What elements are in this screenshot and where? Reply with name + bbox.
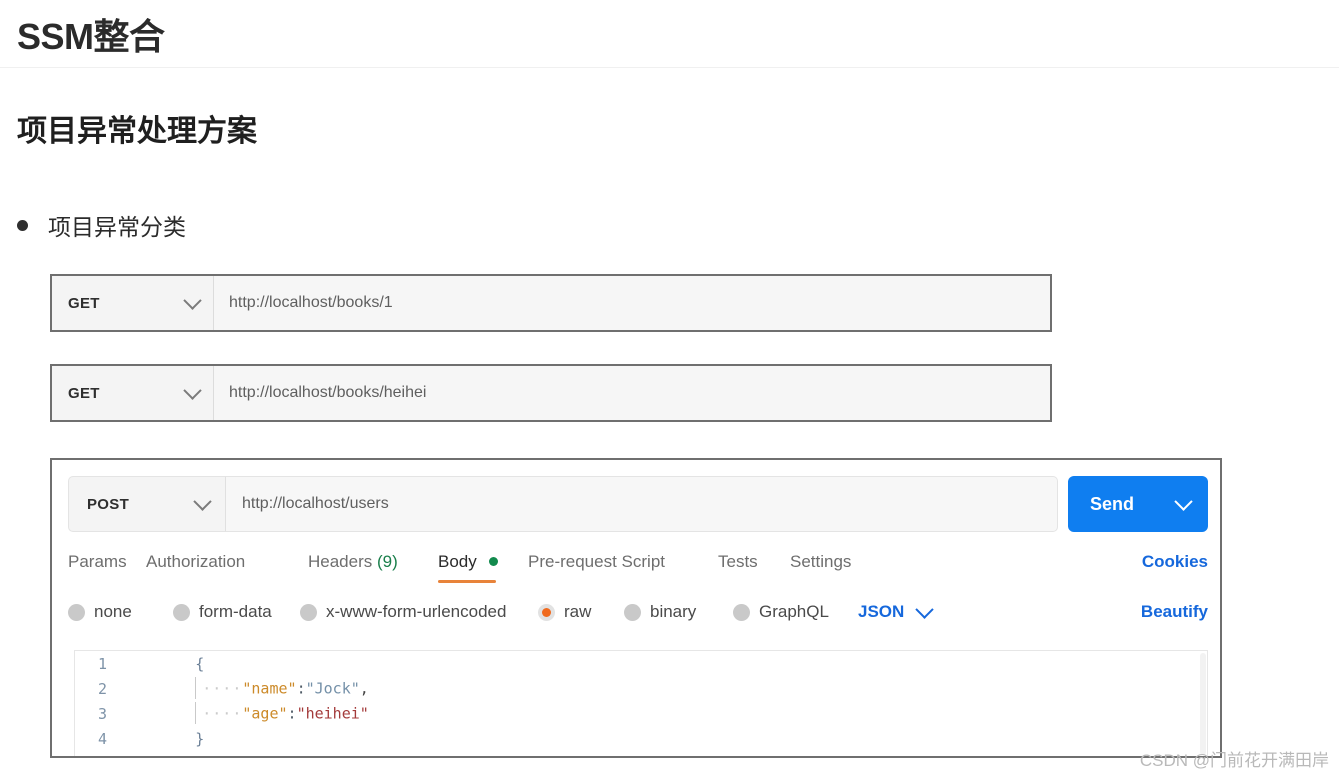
radio-icon <box>68 603 85 621</box>
cookies-link[interactable]: Cookies <box>1142 552 1208 572</box>
tab-params[interactable]: Params <box>68 552 127 572</box>
bullet-dot-icon <box>17 219 28 231</box>
tab-headers-label: Headers <box>308 552 373 571</box>
send-button-label: Send <box>1090 493 1135 514</box>
radio-icon <box>733 603 750 621</box>
body-type-radio-group: none form-data x-www-form-urlencoded raw… <box>68 599 1208 636</box>
method-select-1[interactable]: GET <box>52 276 214 330</box>
body-type-binary[interactable]: binary <box>624 602 696 622</box>
section-title: 项目异常处理方案 <box>17 115 257 148</box>
tab-pre-request-script-label: Pre-request Script <box>528 552 665 571</box>
method-label-1: GET <box>68 294 100 312</box>
code-content: } <box>123 712 1207 757</box>
tab-tests-label: Tests <box>718 552 758 571</box>
tab-body-label: Body <box>438 552 477 571</box>
tab-active-underline <box>438 580 496 583</box>
tab-params-label: Params <box>68 552 127 571</box>
radio-icon <box>624 603 641 621</box>
bullet-list-item: 项目异常分类 <box>17 208 186 242</box>
chevron-down-icon <box>183 290 202 310</box>
tab-authorization[interactable]: Authorization <box>146 552 245 572</box>
line-number: 2 <box>97 679 107 698</box>
method-select-2[interactable]: GET <box>52 366 214 420</box>
body-type-none-label: none <box>94 602 132 621</box>
chevron-down-icon <box>183 380 202 400</box>
tab-headers[interactable]: Headers (9) <box>308 552 398 572</box>
postman-url-row: POST http://localhost/users Send <box>68 476 1208 532</box>
tab-headers-count: (9) <box>377 552 398 571</box>
body-type-binary-label: binary <box>650 602 697 621</box>
tab-authorization-label: Authorization <box>146 552 246 571</box>
body-format-select[interactable]: JSON <box>858 599 934 622</box>
page-header: SSM整合 <box>0 0 1339 68</box>
line-number: 4 <box>97 729 107 748</box>
line-number: 3 <box>97 704 107 723</box>
tab-settings-label: Settings <box>790 552 852 571</box>
bullet-item-label: 项目异常分类 <box>48 214 186 240</box>
page-title: SSM整合 <box>17 16 165 57</box>
body-type-graphql-label: GraphQL <box>759 602 829 621</box>
tab-tests[interactable]: Tests <box>718 552 758 572</box>
chevron-down-icon[interactable] <box>1174 491 1193 511</box>
tab-body-status-dot-icon <box>489 557 499 567</box>
body-type-none[interactable]: none <box>68 602 132 622</box>
tab-settings[interactable]: Settings <box>790 552 851 572</box>
chevron-down-icon <box>915 599 934 619</box>
body-type-graphql[interactable]: GraphQL <box>733 602 829 622</box>
postman-tabs: Params Authorization Headers (9) Body Pr… <box>68 552 1208 592</box>
chevron-down-icon <box>193 491 212 511</box>
tab-body[interactable]: Body <box>438 552 499 583</box>
body-format-label: JSON <box>858 602 905 621</box>
radio-icon <box>173 603 190 621</box>
body-type-form-data-label: form-data <box>199 602 272 621</box>
postman-panel: POST http://localhost/users Send Params … <box>50 458 1222 758</box>
radio-icon <box>300 603 317 621</box>
body-type-raw-label: raw <box>564 602 592 621</box>
request-body-editor[interactable]: 1 { 2 ····"name":"Jock", 3 ····"age":"he… <box>74 650 1208 756</box>
request-bar-2: GET http://localhost/books/heihei <box>50 364 1052 422</box>
url-input-1[interactable]: http://localhost/books/1 <box>214 276 1050 330</box>
send-button[interactable]: Send <box>1068 476 1208 532</box>
request-bar-1: GET http://localhost/books/1 <box>50 274 1052 332</box>
code-close-brace: } <box>195 729 205 748</box>
line-number: 1 <box>97 654 107 673</box>
postman-url-input[interactable]: http://localhost/users <box>225 476 1058 532</box>
beautify-link[interactable]: Beautify <box>1141 602 1208 622</box>
code-line-4: 4 } <box>75 726 1207 751</box>
body-type-urlencoded[interactable]: x-www-form-urlencoded <box>300 602 506 622</box>
method-label-2: GET <box>68 384 100 402</box>
radio-icon-selected <box>538 603 555 621</box>
url-input-2[interactable]: http://localhost/books/heihei <box>214 366 1050 420</box>
body-type-urlencoded-label: x-www-form-urlencoded <box>326 602 507 621</box>
postman-method-label: POST <box>87 495 130 513</box>
body-type-raw[interactable]: raw <box>538 602 591 622</box>
watermark: CSDN @门前花开满田岸 <box>1139 751 1329 770</box>
tab-pre-request-script[interactable]: Pre-request Script <box>528 552 665 572</box>
postman-method-select[interactable]: POST <box>68 476 225 532</box>
body-type-form-data[interactable]: form-data <box>173 602 272 622</box>
